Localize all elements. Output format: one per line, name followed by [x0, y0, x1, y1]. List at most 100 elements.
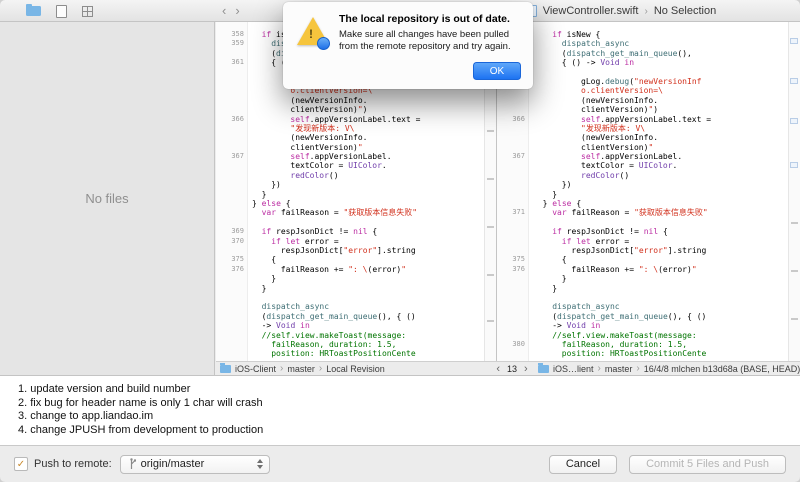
ok-button[interactable]: OK — [473, 62, 521, 80]
line-number: 380 — [512, 339, 525, 348]
line-number: 359 — [231, 39, 244, 48]
folder-icon — [538, 363, 549, 373]
folder-icon[interactable] — [26, 4, 41, 16]
warning-icon: ! — [295, 13, 339, 80]
code-line: clientVersion)" — [290, 142, 363, 152]
code-line: } — [552, 283, 558, 293]
line-number — [216, 293, 247, 302]
code-line: "发现新版本: V\ — [290, 123, 355, 133]
previous-change-button[interactable]: ‹ — [496, 363, 500, 375]
code-line: } — [271, 274, 277, 284]
line-number: 367 — [512, 152, 525, 161]
line-number: 370 — [231, 236, 244, 245]
commit-message-editor[interactable]: 1. update version and build number 2. fix… — [0, 375, 800, 445]
push-to-remote-checkbox[interactable]: ✓ — [14, 457, 28, 471]
code-line: failReason, duration: 1.5, — [561, 339, 688, 349]
line-number — [216, 96, 247, 105]
line-number: 366 — [231, 114, 244, 123]
code-line: self.appVersionLabel. — [581, 152, 683, 162]
code-line: var failReason = "获取版本信息失败" — [552, 208, 708, 218]
code-line: }) — [271, 180, 281, 190]
line-number — [497, 133, 528, 142]
code-line: clientVersion)") — [290, 105, 368, 115]
code-line: (newVersionInfo. — [581, 95, 659, 105]
code-line: } — [261, 189, 267, 199]
line-number — [497, 218, 528, 227]
folder-icon — [220, 363, 231, 373]
line-number — [216, 105, 247, 114]
chevron-right-icon: › — [644, 5, 648, 17]
breadcrumb-file[interactable]: ViewController.swift — [543, 5, 639, 17]
jumpbar-item[interactable]: Local Revision — [326, 364, 385, 374]
empty-files-label: No files — [85, 191, 129, 206]
line-number — [216, 77, 247, 86]
document-icon[interactable] — [56, 4, 67, 18]
code-line: position: HRToastPositionCente — [561, 349, 707, 359]
jumpbar-item[interactable]: master — [287, 364, 315, 374]
line-number — [497, 190, 528, 199]
right-code-pane[interactable]: 366 367 371 375 376 380 if isNew {dispatch_as… — [497, 22, 800, 361]
code-line: self.appVersionLabel.text = — [581, 114, 712, 124]
right-change-ribbon — [788, 22, 800, 361]
line-number — [216, 208, 247, 217]
code-line: { — [271, 255, 277, 265]
code-line: gLog.debug("newVersionInf — [581, 76, 702, 86]
popup-arrows-icon — [256, 459, 263, 469]
commit-and-push-button[interactable]: Commit 5 Files and Push — [629, 454, 786, 474]
code-line: } else { — [542, 199, 582, 209]
line-number — [216, 124, 247, 133]
code-line: self.appVersionLabel. — [290, 152, 392, 162]
line-number — [497, 302, 528, 311]
forward-arrow-icon[interactable]: › — [235, 0, 239, 22]
code-line: self.appVersionLabel.text = — [290, 114, 421, 124]
jumpbar-item[interactable]: 16/4/8 mlchen b13d68a (BASE, HEAD) — [644, 364, 800, 374]
grid-view-icon[interactable] — [82, 5, 93, 17]
commit-window: ‹ › ‹ › ViewController.swift › No Select… — [0, 0, 800, 482]
chevron-right-icon: › — [318, 363, 323, 374]
line-number — [216, 302, 247, 311]
branch-icon — [129, 458, 136, 469]
code-line: if let error = — [271, 236, 339, 246]
code-line: -> Void in — [261, 321, 310, 331]
line-number — [216, 49, 247, 58]
line-number: 376 — [231, 264, 244, 273]
jumpbar-item[interactable]: iOS…lient — [553, 364, 594, 374]
back-arrow-icon[interactable]: ‹ — [222, 0, 226, 22]
remote-branch-select[interactable]: origin/master — [119, 454, 270, 474]
code-line: failReason += ": \(error)" — [280, 264, 407, 274]
alert-message: Make sure all changes have been pulled f… — [339, 29, 511, 52]
code-line: failReason += ": \(error)" — [571, 264, 697, 274]
jumpbar-item[interactable]: master — [605, 364, 633, 374]
code-line: (dispatch_get_main_queue(), — [561, 48, 692, 58]
line-number — [497, 349, 528, 358]
commit-message-line: 3. change to app.liandao.im — [18, 410, 154, 422]
cancel-button[interactable]: Cancel — [548, 454, 618, 474]
footer-bar: ✓ Push to remote: origin/master Cancel C… — [0, 445, 800, 482]
breadcrumb-selection[interactable]: No Selection — [654, 5, 716, 17]
code-line: clientVersion)" — [581, 142, 654, 152]
line-number: 358 — [231, 30, 244, 38]
code-line: respJsonDict["error"].string — [571, 245, 707, 255]
line-number — [497, 246, 528, 255]
line-number — [216, 180, 247, 189]
alert-title: The local repository is out of date. — [339, 13, 510, 25]
line-number — [216, 340, 247, 349]
code-line: position: HRToastPositionCente — [271, 349, 416, 359]
code-line: redColor() — [290, 170, 339, 180]
line-number: 371 — [512, 208, 525, 217]
code-line: if respJsonDict != nil { — [552, 227, 668, 237]
chevron-right-icon: › — [636, 363, 640, 374]
code-line: (newVersionInfo. — [581, 133, 659, 143]
line-number — [216, 349, 247, 358]
line-number — [216, 331, 247, 340]
next-change-button[interactable]: › — [524, 363, 528, 375]
jumpbar-item[interactable]: iOS-Client — [235, 364, 276, 374]
line-number — [216, 143, 247, 152]
code-line: (newVersionInfo. — [290, 95, 368, 105]
line-number — [497, 321, 528, 330]
right-code-content: if isNew {dispatch_async (dispatch_get_ma… — [529, 22, 788, 361]
line-number — [497, 199, 528, 208]
